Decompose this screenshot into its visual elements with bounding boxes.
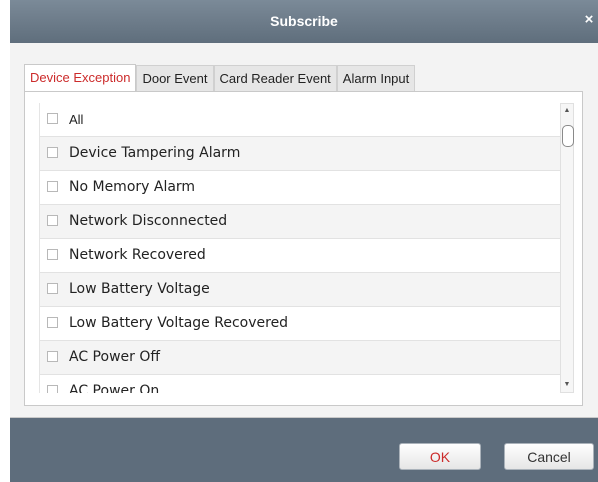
ok-button[interactable]: OK xyxy=(399,443,481,470)
subscribe-dialog: Subscribe × Device Exception Door Event … xyxy=(10,0,598,482)
list-item-label: Low Battery Voltage Recovered xyxy=(69,315,289,331)
list-item-label: Network Disconnected xyxy=(69,213,228,229)
checkbox[interactable] xyxy=(47,385,58,393)
scroll-thumb[interactable] xyxy=(562,125,574,147)
list-scrollbar[interactable]: ▲ ▼ xyxy=(560,103,574,393)
list-item-all[interactable]: All xyxy=(40,103,560,137)
checkbox[interactable] xyxy=(47,283,58,294)
scroll-up-icon[interactable]: ▲ xyxy=(561,104,573,118)
dialog-footer: OK Cancel xyxy=(10,418,598,482)
tab-panel: All Device Tampering Alarm No Memory Ala… xyxy=(24,92,583,406)
event-type-tabs: Device Exception Door Event Card Reader … xyxy=(24,64,416,92)
list-item[interactable]: Device Tampering Alarm xyxy=(40,137,560,171)
tab-card-reader-event[interactable]: Card Reader Event xyxy=(213,65,337,92)
close-icon[interactable]: × xyxy=(582,11,596,29)
list-item[interactable]: AC Power On xyxy=(40,375,560,393)
scroll-down-icon[interactable]: ▼ xyxy=(561,378,573,392)
checkbox[interactable] xyxy=(47,215,58,226)
list-item-label: AC Power On xyxy=(69,383,160,393)
tab-alarm-input[interactable]: Alarm Input xyxy=(336,65,416,92)
list-item[interactable]: Network Disconnected xyxy=(40,205,560,239)
event-list: All Device Tampering Alarm No Memory Ala… xyxy=(39,103,561,393)
list-item-label: AC Power Off xyxy=(69,349,160,365)
checkbox[interactable] xyxy=(47,147,58,158)
checkbox[interactable] xyxy=(47,249,58,260)
list-item-label: No Memory Alarm xyxy=(69,179,196,195)
tab-device-exception[interactable]: Device Exception xyxy=(24,64,137,92)
tab-door-event[interactable]: Door Event xyxy=(136,65,214,92)
title-bar[interactable]: Subscribe × xyxy=(10,0,598,43)
dialog-content: Device Exception Door Event Card Reader … xyxy=(10,43,598,418)
cancel-button[interactable]: Cancel xyxy=(504,443,594,470)
list-item-label: All xyxy=(69,112,84,127)
checkbox[interactable] xyxy=(47,113,58,124)
list-item-label: Network Recovered xyxy=(69,247,206,263)
list-item[interactable]: Low Battery Voltage Recovered xyxy=(40,307,560,341)
list-item[interactable]: No Memory Alarm xyxy=(40,171,560,205)
list-item[interactable]: AC Power Off xyxy=(40,341,560,375)
list-item[interactable]: Low Battery Voltage xyxy=(40,273,560,307)
list-item-label: Device Tampering Alarm xyxy=(69,145,241,161)
list-item[interactable]: Network Recovered xyxy=(40,239,560,273)
list-item-label: Low Battery Voltage xyxy=(69,281,210,297)
checkbox[interactable] xyxy=(47,181,58,192)
checkbox[interactable] xyxy=(47,317,58,328)
dialog-title: Subscribe xyxy=(270,13,338,29)
checkbox[interactable] xyxy=(47,351,58,362)
